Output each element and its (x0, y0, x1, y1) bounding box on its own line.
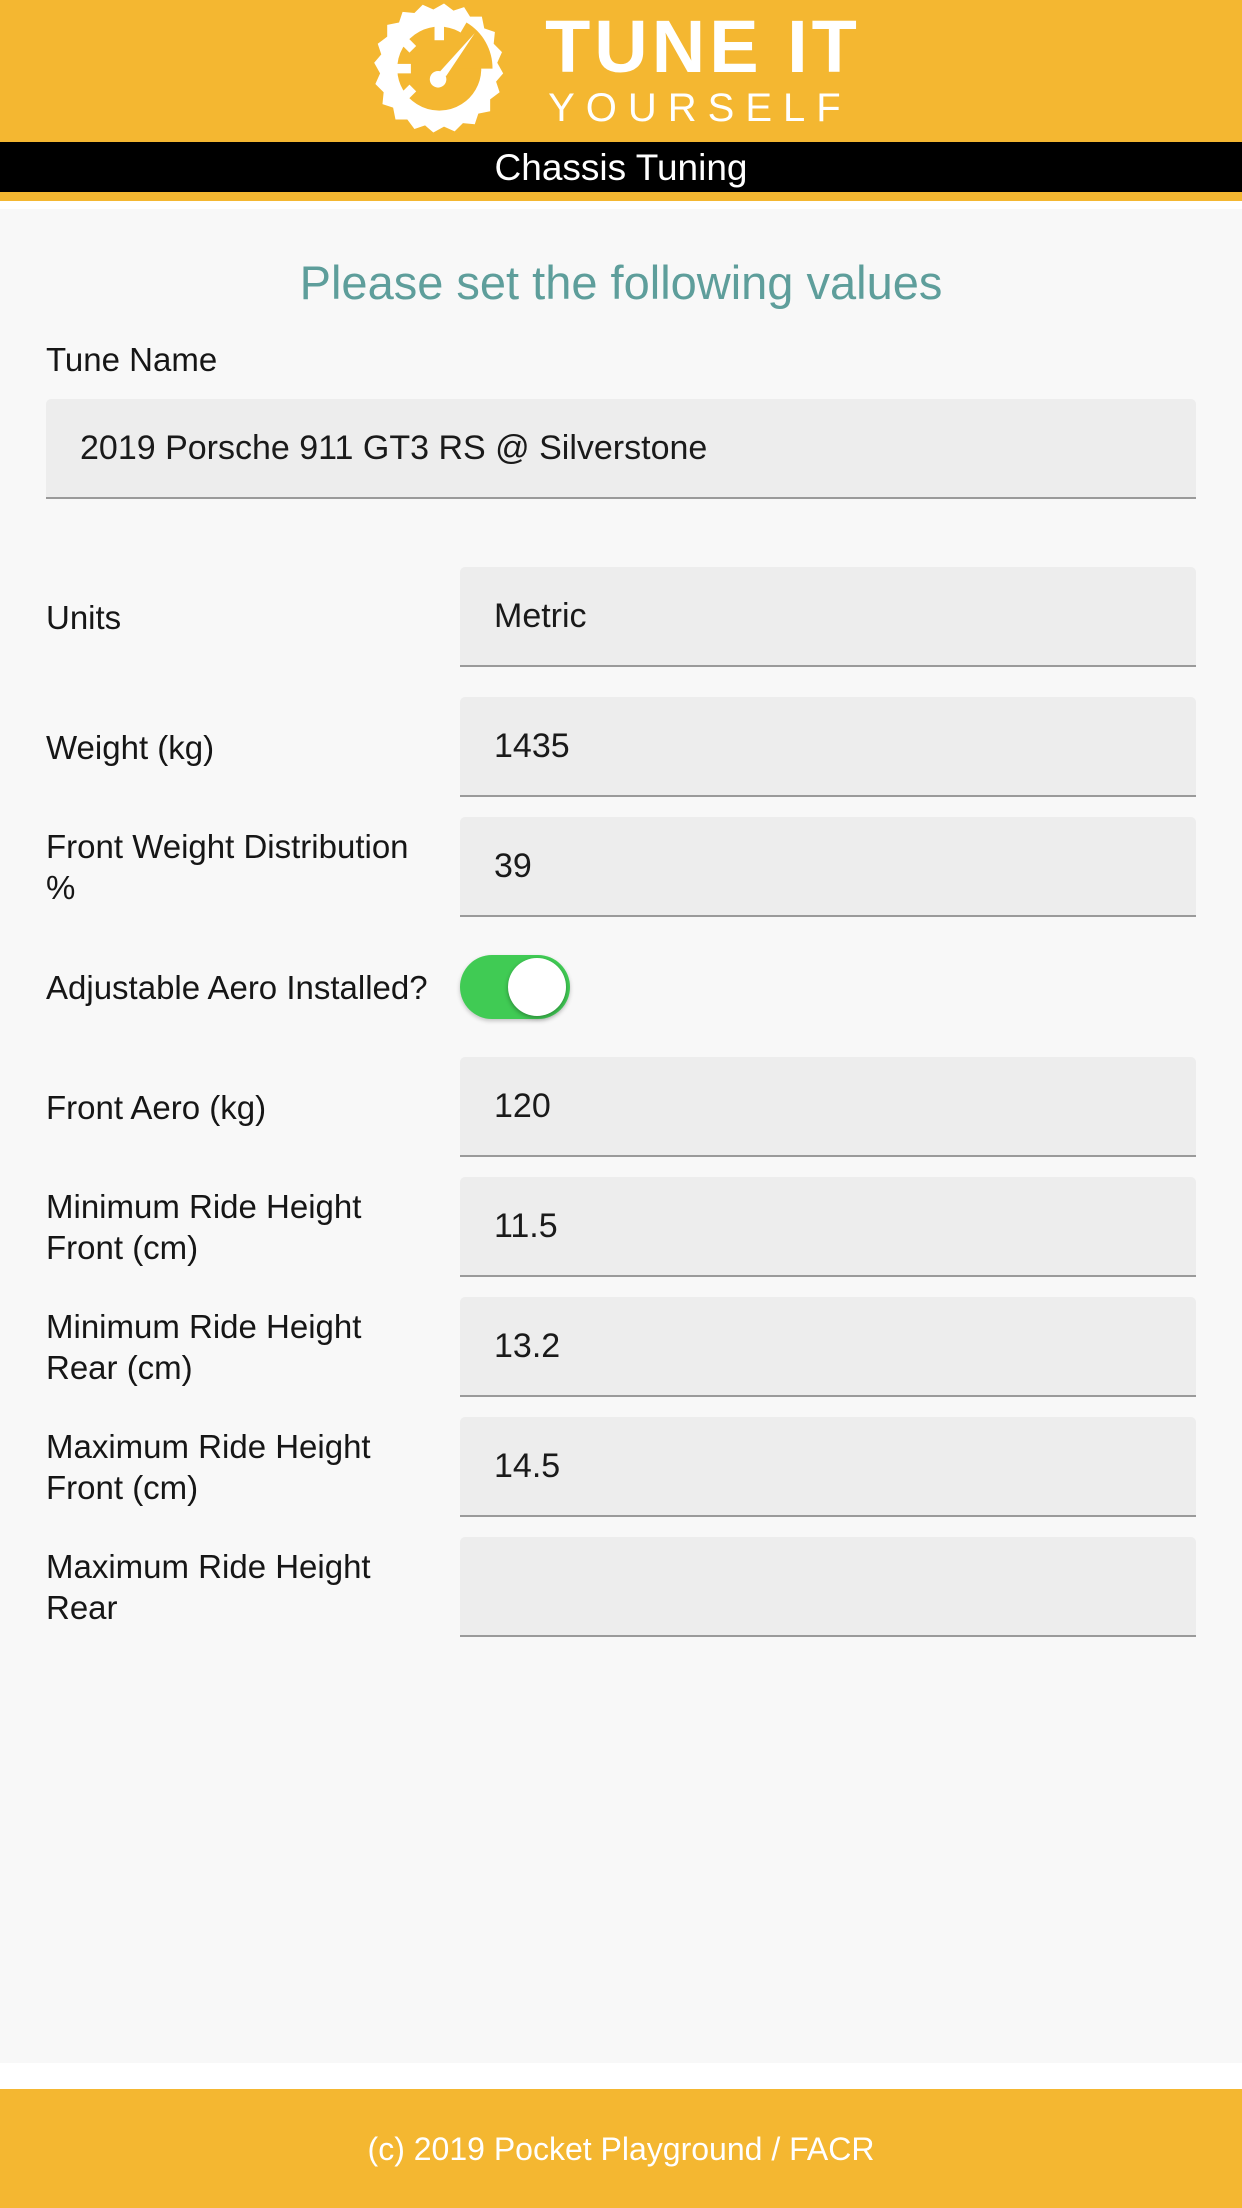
brand-name-line2: YOURSELF (548, 86, 852, 130)
front-weight-distribution-input[interactable]: 39 (460, 817, 1196, 917)
tune-name-label: Tune Name (46, 341, 218, 378)
row-adjustable-aero: Adjustable Aero Installed? (46, 927, 1196, 1047)
app-header: TUNE IT YOURSELF (0, 0, 1242, 142)
page-heading: Please set the following values (299, 256, 943, 309)
row-min-ride-height-front: Minimum Ride Height Front (cm) 11.5 (46, 1167, 1196, 1287)
screen-title-bar: Chassis Tuning (0, 142, 1242, 192)
gear-speedometer-icon (374, 3, 504, 133)
row-min-ride-height-rear: Minimum Ride Height Rear (cm) 13.2 (46, 1287, 1196, 1407)
adjustable-aero-toggle[interactable] (460, 955, 570, 1019)
row-max-ride-height-front: Maximum Ride Height Front (cm) 14.5 (46, 1407, 1196, 1527)
brand-name-line1: TUNE IT (545, 5, 861, 88)
title-accent-stripe (0, 192, 1242, 201)
app-footer: (c) 2019 Pocket Playground / FACR (0, 2089, 1242, 2208)
footer-fade (0, 2063, 1242, 2089)
label-max-ride-height-rear: Maximum Ride Height Rear (46, 1548, 371, 1626)
label-adjustable-aero: Adjustable Aero Installed? (46, 968, 428, 1006)
label-front-weight-distribution: Front Weight Distribution % (46, 828, 409, 906)
copyright-text: (c) 2019 Pocket Playground / FACR (367, 2130, 875, 2167)
weight-input[interactable]: 1435 (460, 697, 1196, 797)
units-select[interactable]: Metric (460, 567, 1196, 667)
content-top-gap (0, 201, 1242, 209)
min-ride-height-rear-input[interactable]: 13.2 (460, 1297, 1196, 1397)
max-ride-height-front-input[interactable]: 14.5 (460, 1417, 1196, 1517)
label-min-ride-height-front: Minimum Ride Height Front (cm) (46, 1188, 362, 1266)
front-aero-input[interactable]: 120 (460, 1057, 1196, 1157)
field-wrap-front-aero: 120 (460, 1057, 1196, 1157)
field-wrap-max-ride-height-rear (460, 1537, 1196, 1637)
tune-name-group: Tune Name 2019 Porsche 911 GT3 RS @ Silv… (0, 316, 1242, 499)
row-weight: Weight (kg) 1435 (46, 687, 1196, 807)
field-wrap-min-ride-height-front: 11.5 (460, 1177, 1196, 1277)
brand-logo: TUNE IT YOURSELF (369, 0, 861, 142)
label-min-ride-height-rear: Minimum Ride Height Rear (cm) (46, 1308, 362, 1386)
label-units: Units (46, 598, 122, 636)
field-wrap-max-ride-height-front: 14.5 (460, 1417, 1196, 1517)
label-front-aero: Front Aero (kg) (46, 1088, 267, 1126)
field-wrap-min-ride-height-rear: 13.2 (460, 1297, 1196, 1397)
max-ride-height-rear-input[interactable] (460, 1537, 1196, 1637)
form-scroll-area[interactable]: Please set the following values Tune Nam… (0, 209, 1242, 2089)
row-units: Units Metric (46, 557, 1196, 677)
toggle-knob (508, 958, 566, 1016)
tune-name-input[interactable]: 2019 Porsche 911 GT3 RS @ Silverstone (46, 399, 1196, 499)
screen-title: Chassis Tuning (494, 146, 748, 188)
field-wrap-front-weight-distribution: 39 (460, 817, 1196, 917)
row-front-aero: Front Aero (kg) 120 (46, 1047, 1196, 1167)
brand-wordmark: TUNE IT YOURSELF (545, 10, 861, 132)
row-max-ride-height-rear: Maximum Ride Height Rear (46, 1527, 1196, 1647)
label-max-ride-height-front: Maximum Ride Height Front (cm) (46, 1428, 371, 1506)
field-wrap-weight: 1435 (460, 697, 1196, 797)
field-wrap-units: Metric (460, 567, 1196, 667)
min-ride-height-front-input[interactable]: 11.5 (460, 1177, 1196, 1277)
row-front-weight-distribution: Front Weight Distribution % 39 (46, 807, 1196, 927)
settings-list: Units Metric Weight (kg) 1435 Front Weig… (0, 557, 1242, 1647)
field-wrap-adjustable-aero (460, 955, 1196, 1019)
label-weight: Weight (kg) (46, 728, 215, 766)
